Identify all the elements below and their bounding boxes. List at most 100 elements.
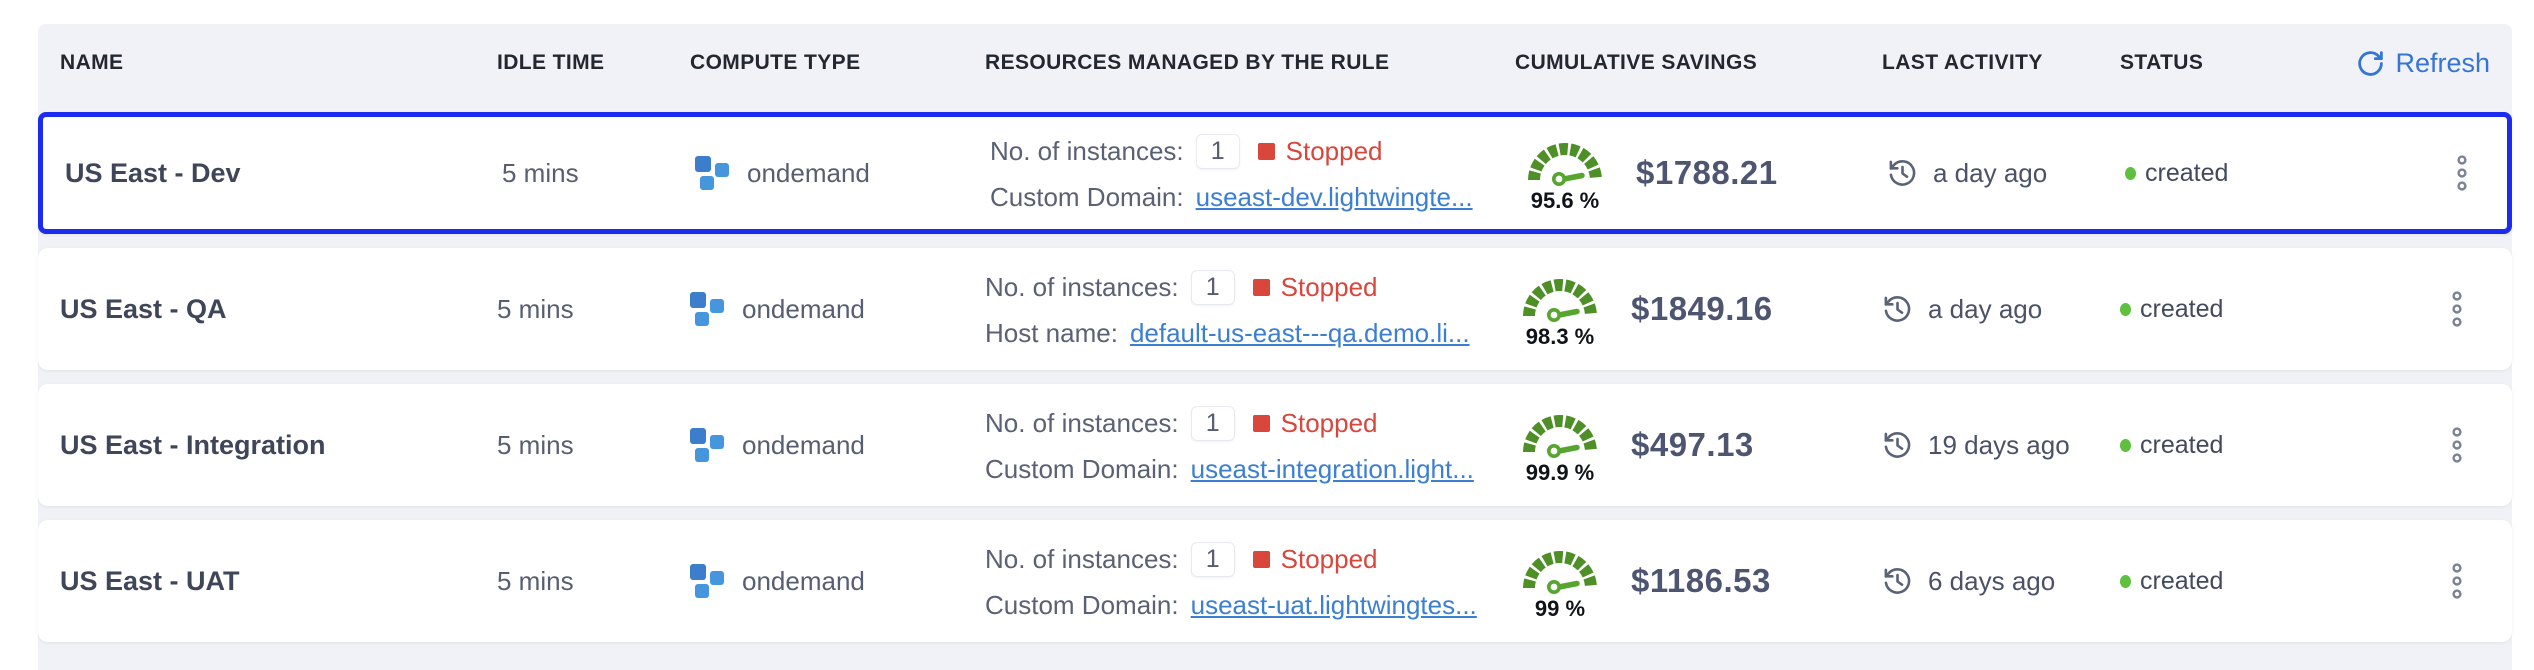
resource-label: Host name: <box>985 318 1118 349</box>
table-row[interactable]: US East - Integration 5 mins ondemand No… <box>38 384 2512 506</box>
stopped-square-icon <box>1253 551 1270 568</box>
status-value: created <box>2140 295 2223 324</box>
column-header-idle-time: IDLE TIME <box>497 51 690 75</box>
savings-amount: $1849.16 <box>1631 290 1773 328</box>
stopped-square-icon <box>1253 415 1270 432</box>
instances-line: No. of instances: 1 Stopped <box>985 270 1515 305</box>
savings-cell: 99 % $1186.53 <box>1515 541 1882 622</box>
compute-type-value: ondemand <box>742 566 865 597</box>
savings-cell: 95.6 % $1788.21 <box>1520 133 1887 214</box>
refresh-cell: Refresh <box>2356 48 2490 79</box>
compute-type-cell: ondemand <box>690 563 985 599</box>
instances-label: No. of instances: <box>985 408 1179 439</box>
instance-state: Stopped <box>1281 408 1378 439</box>
compute-cluster-icon <box>690 427 726 463</box>
stopped-square-icon <box>1253 279 1270 296</box>
rule-name: US East - QA <box>60 294 497 325</box>
compute-type-cell: ondemand <box>690 291 985 327</box>
table-row[interactable]: US East - QA 5 mins ondemand No. of inst… <box>38 248 2512 370</box>
status-value: created <box>2140 431 2223 460</box>
gauge-arc-icon <box>1515 541 1605 595</box>
savings-amount: $1186.53 <box>1631 562 1771 600</box>
instances-line: No. of instances: 1 Stopped <box>985 542 1515 577</box>
last-activity-cell: a day ago <box>1887 158 2125 189</box>
resource-link-line: Custom Domain: useast-uat.lightwingtes..… <box>985 590 1515 621</box>
compute-type-cell: ondemand <box>690 427 985 463</box>
compute-type-value: ondemand <box>742 294 865 325</box>
savings-gauge: 99.9 % <box>1515 405 1605 486</box>
last-activity-value: 6 days ago <box>1928 566 2055 597</box>
resource-link[interactable]: useast-integration.light... <box>1191 454 1474 485</box>
savings-cell: 98.3 % $1849.16 <box>1515 269 1882 350</box>
idle-time-value: 5 mins <box>502 158 695 189</box>
compute-type-cell: ondemand <box>695 155 990 191</box>
gauge-arc-icon <box>1515 269 1605 323</box>
resources-cell: No. of instances: 1 Stopped Custom Domai… <box>985 542 1515 621</box>
last-activity-cell: 6 days ago <box>1882 566 2120 597</box>
stopped-square-icon <box>1258 143 1275 160</box>
table-row[interactable]: US East - UAT 5 mins ondemand No. of ins… <box>38 520 2512 642</box>
last-activity-value: a day ago <box>1933 158 2047 189</box>
compute-cluster-icon <box>695 155 731 191</box>
rules-table: NAME IDLE TIME COMPUTE TYPE RESOURCES MA… <box>38 24 2512 670</box>
row-actions-menu-button[interactable] <box>2450 425 2490 465</box>
instance-state: Stopped <box>1281 272 1378 303</box>
last-activity-value: 19 days ago <box>1928 430 2070 461</box>
rule-name: US East - Dev <box>65 158 502 189</box>
last-activity-cell: a day ago <box>1882 294 2120 325</box>
kebab-menu-icon <box>2450 561 2464 601</box>
resource-label: Custom Domain: <box>990 182 1184 213</box>
column-header-resources: RESOURCES MANAGED BY THE RULE <box>985 51 1515 75</box>
idle-time-value: 5 mins <box>497 294 690 325</box>
gauge-arc-icon <box>1515 405 1605 459</box>
row-actions-menu-button[interactable] <box>2450 289 2490 329</box>
column-header-cumulative-savings: CUMULATIVE SAVINGS <box>1515 51 1882 75</box>
instances-label: No. of instances: <box>985 272 1179 303</box>
refresh-button[interactable]: Refresh <box>2356 48 2490 79</box>
refresh-icon <box>2356 49 2385 78</box>
instances-label: No. of instances: <box>985 544 1179 575</box>
kebab-menu-icon <box>2450 425 2464 465</box>
savings-cell: 99.9 % $497.13 <box>1515 405 1882 486</box>
savings-amount: $497.13 <box>1631 426 1754 464</box>
status-dot-icon <box>2120 439 2131 452</box>
status-cell: created <box>2120 295 2360 324</box>
status-dot-icon <box>2125 167 2136 180</box>
savings-percent: 99 % <box>1535 596 1585 622</box>
rule-name: US East - UAT <box>60 566 497 597</box>
row-actions-menu-button[interactable] <box>2450 561 2490 601</box>
compute-cluster-icon <box>690 563 726 599</box>
refresh-label: Refresh <box>2395 48 2490 79</box>
table-header: NAME IDLE TIME COMPUTE TYPE RESOURCES MA… <box>38 24 2512 102</box>
instances-line: No. of instances: 1 Stopped <box>990 134 1520 169</box>
idle-time-value: 5 mins <box>497 430 690 461</box>
status-value: created <box>2145 159 2228 188</box>
history-clock-icon <box>1887 158 1918 189</box>
instances-count: 1 <box>1191 270 1235 305</box>
savings-percent: 98.3 % <box>1526 324 1595 350</box>
rules-table-body: US East - Dev 5 mins ondemand No. of ins… <box>38 112 2512 642</box>
kebab-menu-icon <box>2455 153 2469 193</box>
resource-link[interactable]: useast-dev.lightwingte... <box>1196 182 1473 213</box>
status-dot-icon <box>2120 575 2131 588</box>
instances-count: 1 <box>1196 134 1240 169</box>
table-row[interactable]: US East - Dev 5 mins ondemand No. of ins… <box>38 112 2512 234</box>
column-header-compute-type: COMPUTE TYPE <box>690 51 985 75</box>
resource-link[interactable]: default-us-east---qa.demo.li... <box>1130 318 1470 349</box>
savings-gauge: 99 % <box>1515 541 1605 622</box>
column-header-name: NAME <box>60 51 497 75</box>
resource-link[interactable]: useast-uat.lightwingtes... <box>1191 590 1477 621</box>
row-actions-menu-button[interactable] <box>2455 153 2495 193</box>
resources-cell: No. of instances: 1 Stopped Host name: d… <box>985 270 1515 349</box>
instances-count: 1 <box>1191 542 1235 577</box>
instance-state: Stopped <box>1286 136 1383 167</box>
instances-count: 1 <box>1191 406 1235 441</box>
status-cell: created <box>2125 159 2365 188</box>
gauge-arc-icon <box>1520 133 1610 187</box>
instances-label: No. of instances: <box>990 136 1184 167</box>
history-clock-icon <box>1882 430 1913 461</box>
savings-gauge: 98.3 % <box>1515 269 1605 350</box>
last-activity-value: a day ago <box>1928 294 2042 325</box>
compute-type-value: ondemand <box>747 158 870 189</box>
rule-name: US East - Integration <box>60 430 497 461</box>
